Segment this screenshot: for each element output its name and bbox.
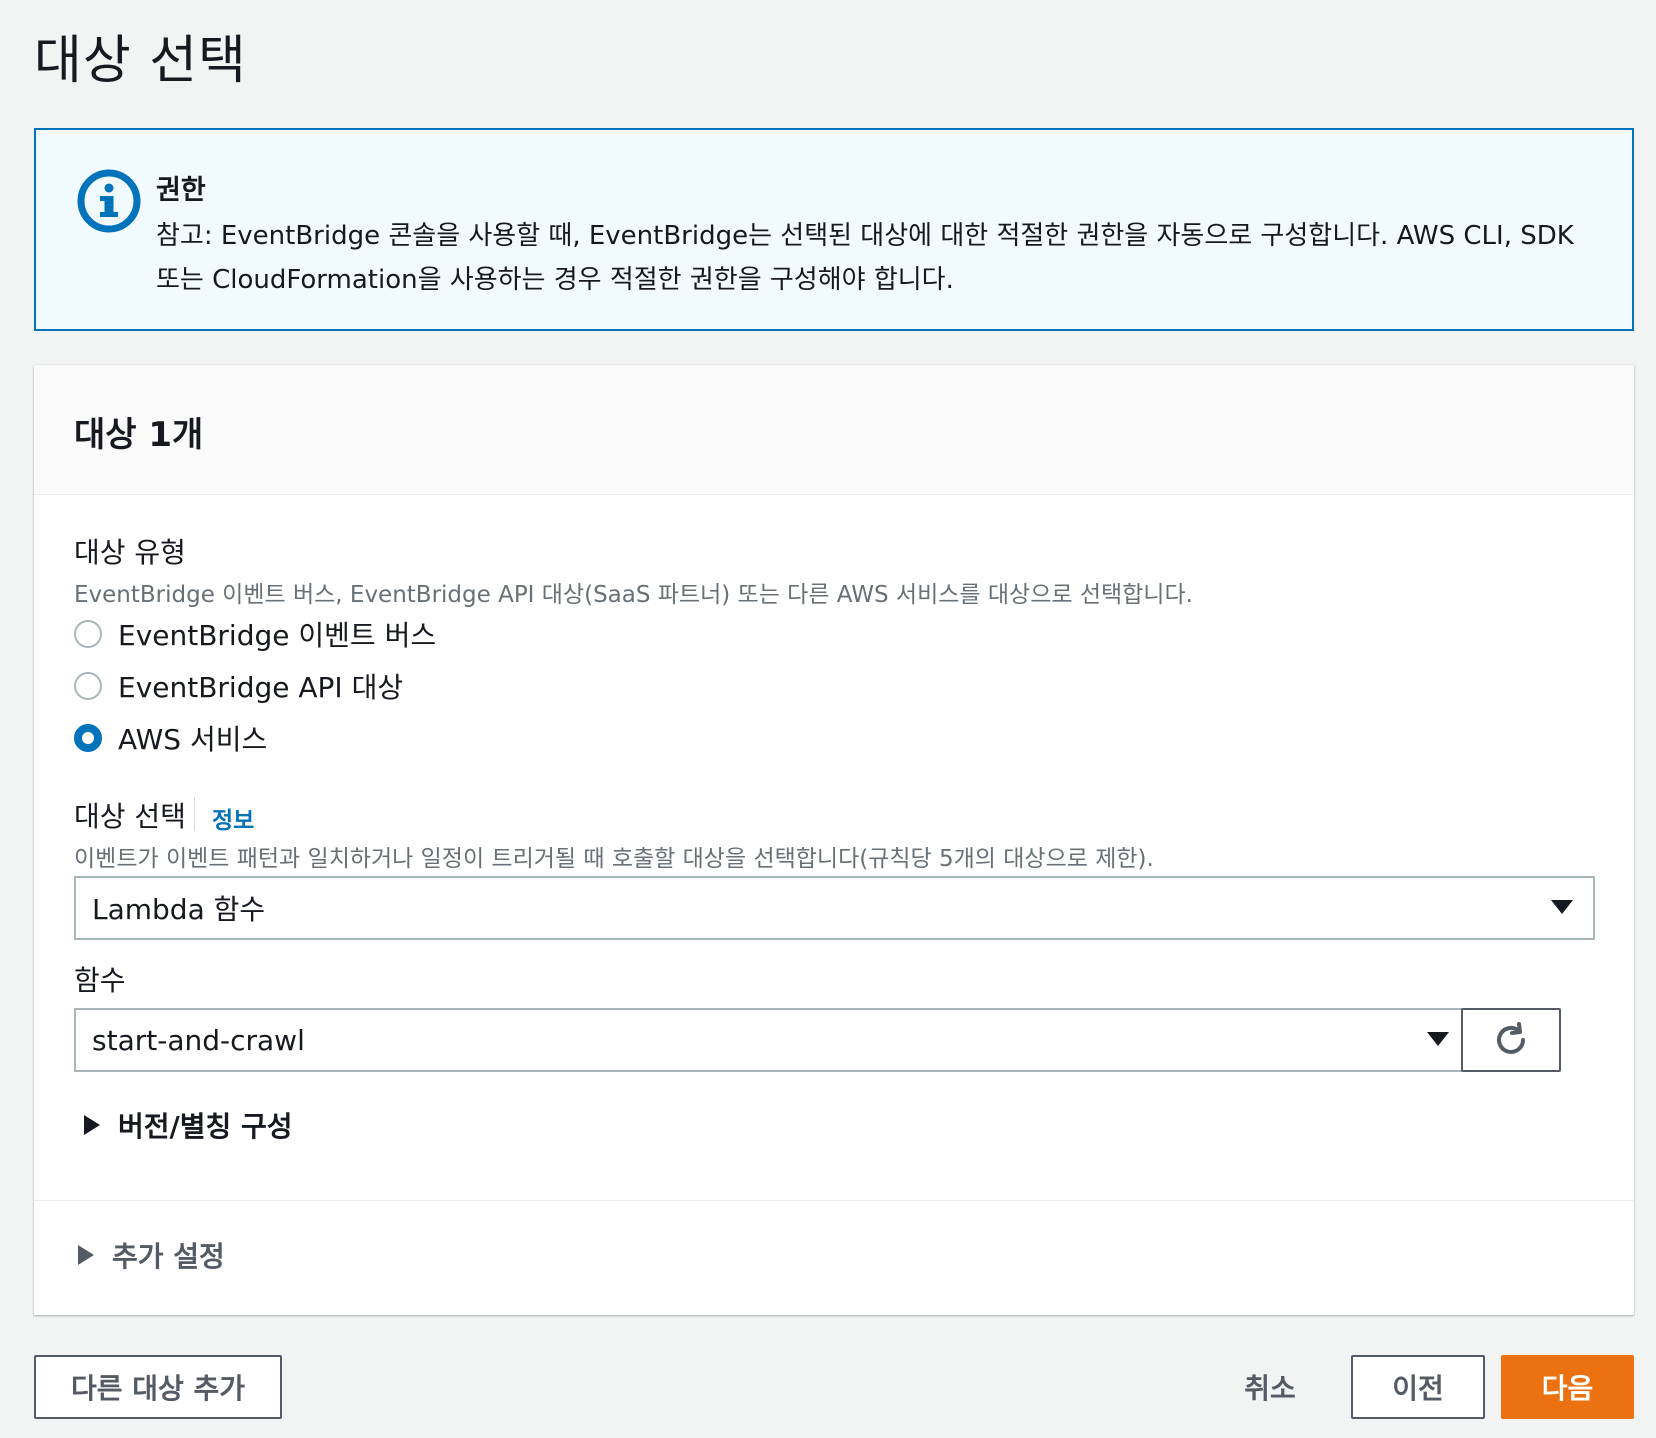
radio-eventbridge-api[interactable]: EventBridge API 대상 — [74, 668, 403, 704]
radio-label: EventBridge 이벤트 버스 — [118, 619, 437, 652]
caret-right-icon — [84, 1115, 100, 1135]
next-button[interactable]: 다음 — [1501, 1355, 1634, 1419]
target-type-label: 대상 유형 — [74, 536, 186, 569]
select-target-label: 대상 선택 — [74, 800, 186, 833]
expander-label: 버전/별칭 구성 — [118, 1110, 293, 1143]
alert-body: 참고: EventBridge 콘솔을 사용할 때, EventBridge는 … — [156, 221, 1574, 295]
radio-button[interactable] — [74, 672, 102, 700]
chevron-down-icon — [1427, 1032, 1449, 1046]
section-divider — [34, 1200, 1634, 1201]
cancel-button[interactable]: 취소 — [1220, 1355, 1320, 1419]
caret-right-icon — [78, 1245, 94, 1265]
radio-button-selected[interactable] — [74, 724, 102, 752]
alert-title: 권한 — [156, 175, 206, 206]
refresh-icon — [1497, 1022, 1525, 1054]
expander-label: 추가 설정 — [112, 1240, 225, 1273]
chevron-down-icon — [1551, 900, 1573, 914]
target-select[interactable]: Lambda 함수 — [74, 876, 1595, 940]
function-label: 함수 — [74, 964, 126, 997]
refresh-button[interactable] — [1461, 1008, 1561, 1072]
previous-button[interactable]: 이전 — [1351, 1355, 1485, 1419]
label-divider — [194, 797, 195, 831]
info-link[interactable]: 정보 — [212, 801, 254, 835]
target-select-value: Lambda 함수 — [92, 893, 266, 926]
container-header: 대상 1개 — [34, 365, 1634, 495]
radio-button[interactable] — [74, 620, 102, 648]
target-type-description: EventBridge 이벤트 버스, EventBridge API 대상(S… — [74, 582, 1193, 608]
radio-label: EventBridge API 대상 — [118, 671, 404, 704]
radio-label: AWS 서비스 — [118, 723, 268, 756]
add-another-target-button[interactable]: 다른 대상 추가 — [34, 1355, 282, 1419]
version-alias-expander[interactable]: 버전/별칭 구성 — [84, 1105, 293, 1145]
function-select[interactable]: start-and-crawl — [74, 1008, 1471, 1072]
permissions-alert: 권한 참고: EventBridge 콘솔을 사용할 때, EventBridg… — [34, 128, 1634, 331]
function-select-value: start-and-crawl — [92, 1023, 305, 1057]
target-container: 대상 1개 대상 유형 EventBridge 이벤트 버스, EventBri… — [34, 365, 1634, 1315]
info-icon — [77, 169, 141, 233]
page-title: 대상 선택 — [34, 31, 247, 91]
radio-aws-service[interactable]: AWS 서비스 — [74, 720, 267, 756]
select-target-description: 이벤트가 이벤트 패턴과 일치하거나 일정이 트리거될 때 호출할 대상을 선택… — [74, 846, 1154, 872]
container-title: 대상 1개 — [74, 415, 204, 455]
radio-eventbridge-bus[interactable]: EventBridge 이벤트 버스 — [74, 616, 436, 652]
additional-settings-expander[interactable]: 추가 설정 — [78, 1235, 225, 1275]
